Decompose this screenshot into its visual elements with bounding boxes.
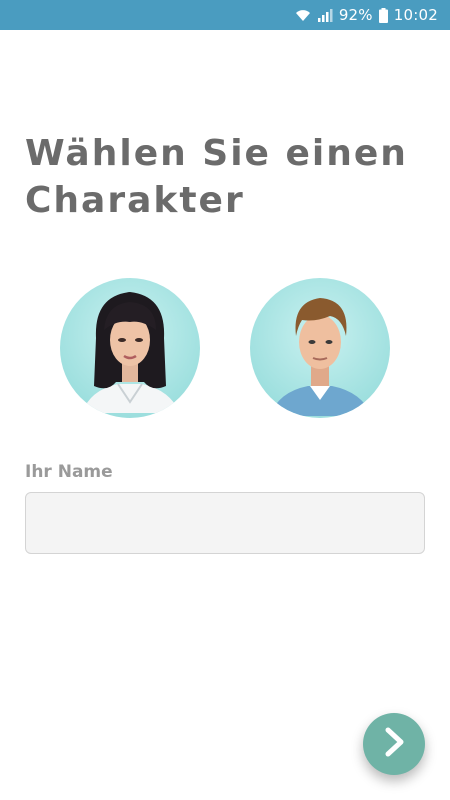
clock: 10:02 [393,6,438,24]
chevron-right-icon [381,727,407,762]
character-option-male[interactable] [250,278,390,418]
character-option-female[interactable] [60,278,200,418]
female-character-avatar [82,292,180,413]
status-bar: 92% 10:02 [0,0,450,30]
male-character-avatar [270,298,372,416]
wifi-icon [295,8,311,22]
next-button[interactable] [363,713,425,775]
signal-icon [317,8,333,22]
battery-icon [378,7,388,23]
name-input[interactable] [25,492,425,554]
name-label: Ihr Name [25,462,113,482]
battery-percent: 92% [338,6,373,24]
page-title: Wählen Sie einen Charakter [25,133,408,221]
